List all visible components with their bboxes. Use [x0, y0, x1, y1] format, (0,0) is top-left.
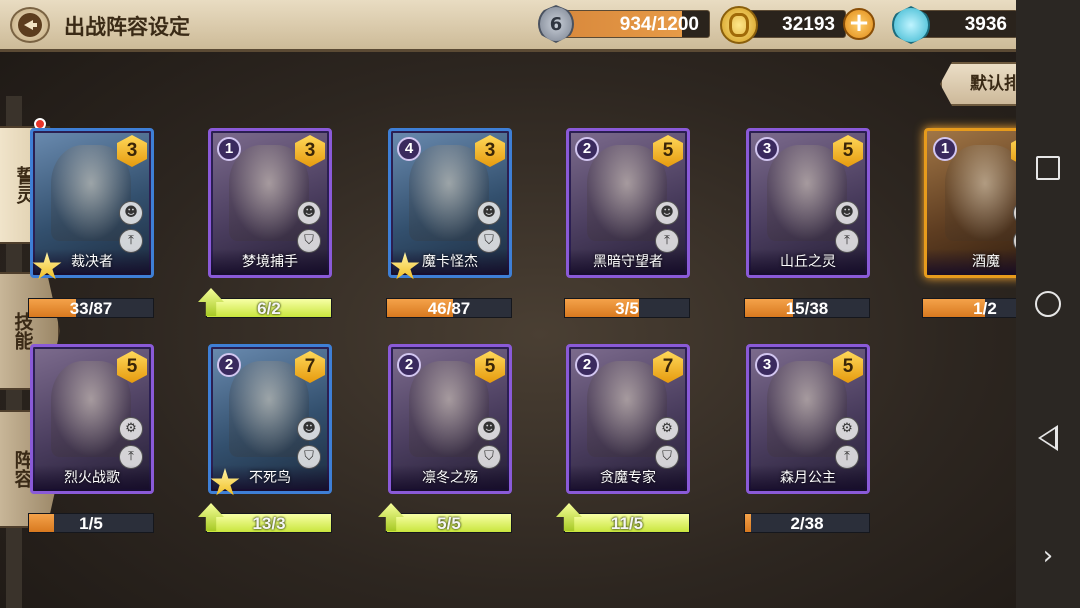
progress-label: 15/38 — [785, 299, 829, 318]
progress-label: 2/38 — [790, 514, 824, 533]
shard-progress-bar: 5/5 — [386, 513, 512, 533]
shard-progress-bar: 6/2 — [206, 298, 332, 318]
hero-name: 凛冬之殇 — [391, 465, 509, 491]
progress-fill — [29, 514, 54, 532]
level-badge: 3 — [755, 353, 779, 377]
shard-progress-bar: 2/38 — [744, 513, 870, 533]
level-badge: 2 — [217, 353, 241, 377]
hero-name: 烈火战歌 — [33, 465, 151, 491]
bear-head-icon: ☻ — [297, 201, 321, 225]
hero-card[interactable]: 2 5 ☻ ⛉ 凛冬之殇 — [388, 344, 512, 494]
hero-card[interactable]: 1 3 ☻ ⛉ 梦境捕手 — [208, 128, 332, 278]
expand-button[interactable]: › — [1032, 540, 1064, 572]
progress-label: 11/5 — [610, 514, 644, 533]
shard-progress-bar: 1/5 — [28, 513, 154, 533]
hero-card[interactable]: 2 7 ☻ ⛉ 不死鸟 — [208, 344, 332, 494]
hero-card[interactable]: 5 ⚙ ⤒ 烈火战歌 — [30, 344, 154, 494]
gear-icon: ⚙ — [835, 417, 859, 441]
shard-progress-bar: 15/38 — [744, 298, 870, 318]
shard-progress-bar: 46/87 — [386, 298, 512, 318]
shard-progress-bar: 33/87 — [28, 298, 154, 318]
progress-fill — [745, 514, 752, 532]
gear-icon: ⚙ — [655, 417, 679, 441]
progress-label: 6/2 — [257, 299, 281, 318]
gear-icon: ⚙ — [119, 417, 143, 441]
system-back-button[interactable] — [1032, 422, 1064, 454]
add-gold-button[interactable]: + — [843, 8, 875, 40]
shard-progress-bar: 3/5 — [564, 298, 690, 318]
home-button[interactable] — [1032, 288, 1064, 320]
hero-card[interactable]: 3 5 ☻ ⤒ 山丘之灵 — [746, 128, 870, 278]
circle-icon — [1035, 291, 1061, 317]
top-bar: 出战阵容设定 934/1200 6 32193 + 3936 + — [0, 0, 1048, 52]
progress-label: 1/2 — [973, 299, 997, 318]
triangle-back-icon — [1038, 425, 1058, 451]
progress-label: 13/3 — [252, 514, 286, 533]
chevron-right-icon: › — [1042, 541, 1054, 571]
level-badge: 1 — [217, 137, 241, 161]
gold-coin-icon — [720, 6, 758, 44]
bear-head-icon: ☻ — [477, 417, 501, 441]
hero-name: 梦境捕手 — [211, 249, 329, 275]
level-badge: 1 — [933, 137, 957, 161]
hero-name: 山丘之灵 — [749, 249, 867, 275]
back-arrow-icon — [18, 13, 42, 37]
hero-name: 森月公主 — [749, 465, 867, 491]
recent-apps-button[interactable] — [1032, 152, 1064, 184]
system-navbar: › — [1016, 0, 1080, 608]
bear-head-icon: ☻ — [655, 201, 679, 225]
hero-name: 贪魔专家 — [569, 465, 687, 491]
progress-label: 5/5 — [437, 514, 461, 533]
level-badge: 4 — [397, 137, 421, 161]
energy-counter: 934/1200 — [558, 10, 710, 38]
level-badge: 2 — [575, 353, 599, 377]
bear-head-icon: ☻ — [119, 201, 143, 225]
shard-progress-bar: 11/5 — [564, 513, 690, 533]
shard-progress-bar: 13/3 — [206, 513, 332, 533]
level-badge: 3 — [755, 137, 779, 161]
bear-head-icon: ☻ — [835, 201, 859, 225]
progress-label: 46/87 — [427, 299, 471, 318]
progress-label: 33/87 — [69, 299, 113, 318]
hero-card[interactable]: 2 5 ☻ ⤒ 黑暗守望者 — [566, 128, 690, 278]
hero-card[interactable]: 2 7 ⚙ ⛉ 贪魔专家 — [566, 344, 690, 494]
square-icon — [1036, 156, 1060, 180]
bear-head-icon: ☻ — [477, 201, 501, 225]
progress-label: 1/5 — [79, 514, 103, 533]
level-badge: 2 — [575, 137, 599, 161]
progress-label: 3/5 — [615, 299, 639, 318]
level-badge: 2 — [397, 353, 421, 377]
hero-name: 黑暗守望者 — [569, 249, 687, 275]
back-button[interactable] — [10, 7, 50, 43]
page-title: 出战阵容设定 — [64, 15, 190, 39]
bear-head-icon: ☻ — [297, 417, 321, 441]
hero-card[interactable]: 3 5 ⚙ ⤒ 森月公主 — [746, 344, 870, 494]
hero-card[interactable]: 4 3 ☻ ⛉ 魔卡怪杰 — [388, 128, 512, 278]
hero-card[interactable]: 3 ☻ ⤒ 裁决者 — [30, 128, 154, 278]
